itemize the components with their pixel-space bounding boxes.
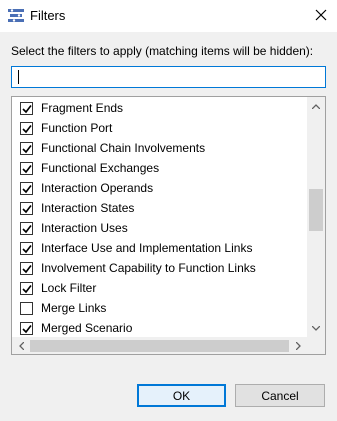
scroll-up-arrow-icon[interactable]	[307, 97, 325, 115]
checkbox-checked[interactable]	[20, 142, 33, 155]
filter-list-item[interactable]: Functional Exchanges	[12, 158, 308, 178]
cancel-button[interactable]: Cancel	[235, 384, 325, 407]
ok-button[interactable]: OK	[137, 384, 226, 407]
close-icon	[315, 9, 327, 24]
checkbox-checked[interactable]	[20, 322, 33, 335]
filter-list-item[interactable]: Functional Chain Involvements	[12, 138, 308, 158]
filter-list-item[interactable]: Merged Scenario	[12, 318, 308, 338]
text-caret	[18, 70, 19, 84]
checkbox-checked[interactable]	[20, 182, 33, 195]
checkbox-checked[interactable]	[20, 122, 33, 135]
horizontal-scrollbar[interactable]	[12, 337, 307, 354]
checkbox-checked[interactable]	[20, 282, 33, 295]
window-title: Filters	[30, 8, 66, 23]
checkbox-unchecked[interactable]	[20, 302, 33, 315]
filter-item-label: Functional Exchanges	[41, 161, 160, 175]
filter-list-item[interactable]: Interaction States	[12, 198, 308, 218]
filter-item-label: Involvement Capability to Function Links	[41, 261, 256, 275]
title-bar: Filters	[0, 0, 337, 32]
scrollbar-corner	[307, 337, 325, 354]
filter-list-item[interactable]: Involvement Capability to Function Links	[12, 258, 308, 278]
filter-item-label: Lock Filter	[41, 281, 97, 295]
checkbox-checked[interactable]	[20, 202, 33, 215]
scroll-left-arrow-icon[interactable]	[12, 337, 30, 354]
instruction-text: Select the filters to apply (matching it…	[11, 44, 314, 58]
checkbox-checked[interactable]	[20, 222, 33, 235]
filter-item-label: Interaction Uses	[41, 221, 128, 235]
filter-list-item[interactable]: Merge Links	[12, 298, 308, 318]
filter-list-item[interactable]: Lock Filter	[12, 278, 308, 298]
filter-list-item[interactable]: Interaction Uses	[12, 218, 308, 238]
filter-item-label: Merged Scenario	[41, 321, 133, 335]
checkbox-checked[interactable]	[20, 102, 33, 115]
vertical-scroll-thumb[interactable]	[309, 189, 323, 231]
vertical-scrollbar[interactable]	[307, 97, 325, 337]
filter-list-item[interactable]: Interaction Operands	[12, 178, 308, 198]
close-button[interactable]	[306, 4, 336, 28]
checkbox-checked[interactable]	[20, 242, 33, 255]
filter-item-label: Merge Links	[41, 301, 107, 315]
checkbox-checked[interactable]	[20, 162, 33, 175]
filter-item-label: Interaction States	[41, 201, 135, 215]
scroll-right-arrow-icon[interactable]	[289, 337, 307, 354]
filter-icon	[8, 9, 24, 23]
filter-item-label: Function Port	[41, 121, 113, 135]
filter-item-label: Functional Chain Involvements	[41, 141, 206, 155]
horizontal-scroll-thumb[interactable]	[30, 340, 289, 352]
filter-item-label: Interaction Operands	[41, 181, 154, 195]
filter-item-label: Interface Use and Implementation Links	[41, 241, 253, 255]
filter-item-label: Fragment Ends	[41, 101, 124, 115]
filter-search-input[interactable]	[11, 66, 326, 88]
filter-list-item[interactable]: Interface Use and Implementation Links	[12, 238, 308, 258]
filter-list-item[interactable]: Function Port	[12, 118, 308, 138]
filter-list[interactable]: Fragment Ends Function Port Functional Cha…	[11, 96, 326, 355]
scroll-down-arrow-icon[interactable]	[307, 319, 325, 337]
filter-list-item[interactable]: Fragment Ends	[12, 98, 308, 118]
checkbox-checked[interactable]	[20, 262, 33, 275]
